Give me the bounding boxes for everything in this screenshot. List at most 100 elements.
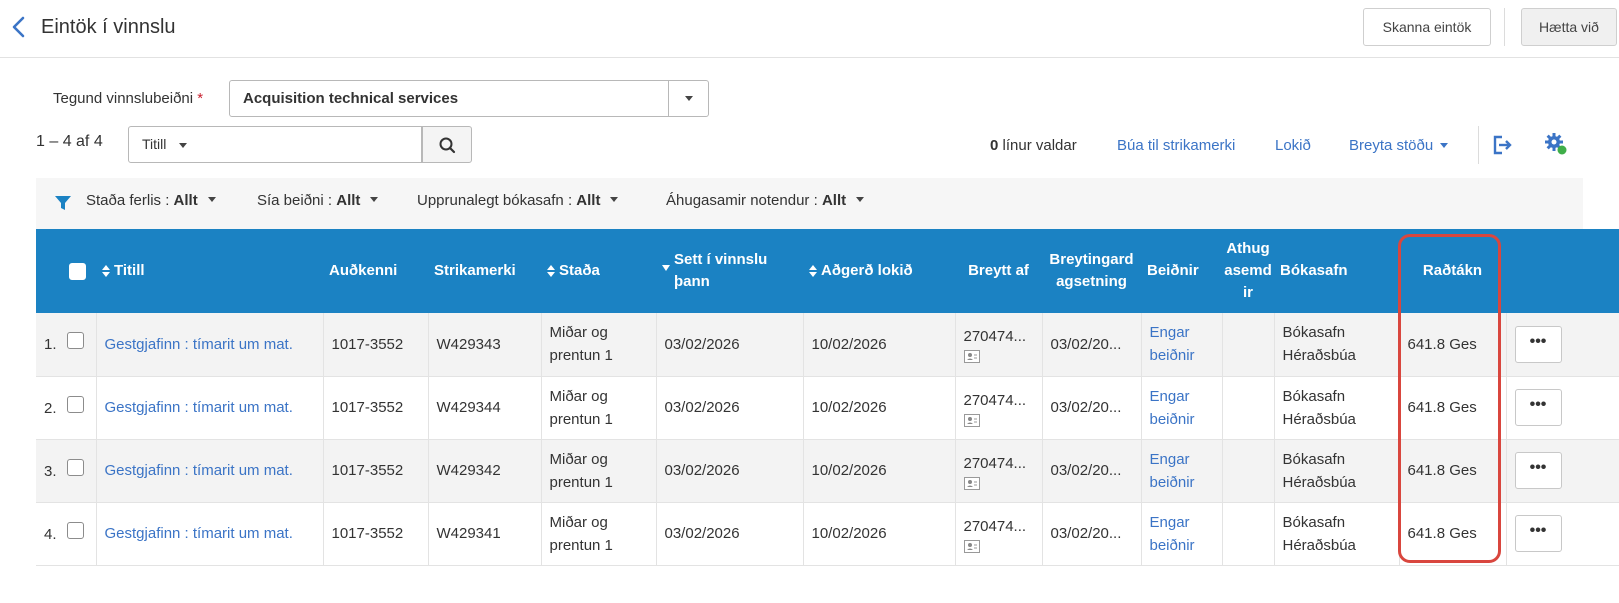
requests-link[interactable]: Engar beiðnir xyxy=(1150,388,1195,428)
modified-by-value: 270474... xyxy=(963,391,1027,409)
requests-cell: Engar beiðnir xyxy=(1140,439,1222,503)
search-input[interactable] xyxy=(196,126,422,163)
sort-icon xyxy=(102,265,110,278)
notes-cell xyxy=(1221,376,1274,440)
row-number: 4. xyxy=(44,525,57,543)
notes-cell xyxy=(1221,313,1274,377)
col-action-done[interactable]: Aðgerð lokið xyxy=(803,229,955,313)
id-cell: 1017-3552 xyxy=(322,376,428,440)
row-actions-cell: ••• xyxy=(1505,376,1619,440)
search-icon xyxy=(439,137,456,154)
search-button[interactable] xyxy=(422,126,472,163)
col-barcode: Strikamerki xyxy=(434,262,516,279)
status-cell: Miðar og prentun 1 xyxy=(540,439,656,503)
barcode-cell: W429343 xyxy=(427,313,541,377)
more-actions-button[interactable]: ••• xyxy=(1514,389,1562,426)
selected-count-number: 0 xyxy=(990,137,999,154)
done-link[interactable]: Lokið xyxy=(1275,137,1311,154)
barcode-cell: W429341 xyxy=(427,502,541,566)
chevron-down-icon xyxy=(179,143,187,148)
row-actions-cell: ••• xyxy=(1505,439,1619,503)
status-cell: Miðar og prentun 1 xyxy=(540,313,656,377)
modification-date-cell: 03/02/20... xyxy=(1041,439,1141,503)
filter-label: Sía beiðni : xyxy=(257,192,333,209)
col-modified-by: Breytt af xyxy=(968,262,1029,279)
user-card-icon[interactable] xyxy=(963,539,980,553)
sort-icon xyxy=(809,265,817,278)
processed-since-cell: 03/02/2026 xyxy=(655,439,803,503)
status-cell: Miðar og prentun 1 xyxy=(540,376,656,440)
col-title-label: Titill xyxy=(114,262,145,279)
title-link[interactable]: Gestgjafinn : tímarit um mat. xyxy=(105,525,293,542)
col-status[interactable]: Staða xyxy=(541,229,656,313)
row-checkbox[interactable] xyxy=(67,395,84,413)
filter-interested-users[interactable]: Áhugasamir notendur : Allt xyxy=(666,192,865,209)
modification-date-cell: 03/02/20... xyxy=(1041,376,1141,440)
user-card-icon[interactable] xyxy=(963,413,980,427)
requests-cell: Engar beiðnir xyxy=(1140,376,1222,440)
table-row: 3. Gestgjafinn : tímarit um mat. 1017-35… xyxy=(36,439,1619,503)
modified-by-cell: 270474... xyxy=(954,439,1042,503)
filter-label: Áhugasamir notendur : xyxy=(666,192,818,209)
filter-value: Allt xyxy=(576,192,601,209)
title-link[interactable]: Gestgjafinn : tímarit um mat. xyxy=(105,336,293,353)
title-cell: Gestgjafinn : tímarit um mat. xyxy=(95,376,323,440)
change-status-dropdown[interactable]: Breyta stöðu xyxy=(1349,137,1449,154)
requests-link[interactable]: Engar beiðnir xyxy=(1150,451,1195,491)
col-title[interactable]: Titill xyxy=(96,229,323,313)
col-requests: Beiðnir xyxy=(1147,262,1199,279)
title-link[interactable]: Gestgjafinn : tímarit um mat. xyxy=(105,399,293,416)
col-processed-since[interactable]: Sett í vinnslu þann xyxy=(656,229,803,313)
library-cell: Bókasafn Héraðsbúa xyxy=(1273,313,1399,377)
request-type-select[interactable]: Acquisition technical services xyxy=(229,80,709,117)
request-type-dropdown-button[interactable] xyxy=(668,81,708,116)
toolbar-divider xyxy=(1478,126,1479,164)
col-modification-date: Breytingardagsetning xyxy=(1049,251,1134,290)
col-library: Bókasafn xyxy=(1280,262,1348,279)
title-link[interactable]: Gestgjafinn : tímarit um mat. xyxy=(105,462,293,479)
more-actions-button[interactable]: ••• xyxy=(1514,452,1562,489)
create-barcodes-link[interactable]: Búa til strikamerki xyxy=(1117,137,1235,154)
filter-label: Staða ferlis : xyxy=(86,192,170,209)
filter-request[interactable]: Sía beiðni : Allt xyxy=(257,192,379,209)
title-cell: Gestgjafinn : tímarit um mat. xyxy=(95,502,323,566)
id-cell: 1017-3552 xyxy=(322,439,428,503)
modified-by-value: 270474... xyxy=(963,517,1027,535)
scan-items-button[interactable]: Skanna eintök xyxy=(1363,8,1491,46)
col-actions xyxy=(1506,229,1619,313)
filter-process-status[interactable]: Staða ferlis : Allt xyxy=(86,192,216,209)
filter-value: Allt xyxy=(821,192,847,209)
select-all-checkbox[interactable] xyxy=(69,262,86,280)
items-table: Titill Auðkenni Strikamerki Staða Sett í… xyxy=(36,229,1619,566)
search-scope-dropdown[interactable]: Titill xyxy=(128,126,197,163)
modified-by-value: 270474... xyxy=(963,454,1027,472)
row-checkbox[interactable] xyxy=(67,458,84,476)
requests-link[interactable]: Engar beiðnir xyxy=(1150,514,1195,554)
filter-original-library[interactable]: Upprunalegt bókasafn : Allt xyxy=(417,192,619,209)
more-actions-button[interactable]: ••• xyxy=(1514,515,1562,552)
col-processed-since-label: Sett í vinnslu þann xyxy=(674,251,768,290)
chevron-down-icon xyxy=(370,197,379,202)
gear-icon[interactable] xyxy=(1544,132,1568,156)
requests-link[interactable]: Engar beiðnir xyxy=(1150,324,1195,364)
chevron-left-icon[interactable] xyxy=(8,14,30,40)
filter-value: Allt xyxy=(336,192,361,209)
cancel-button[interactable]: Hætta við xyxy=(1521,8,1617,46)
filter-bar: Staða ferlis : Allt Sía beiðni : Allt Up… xyxy=(36,178,1583,229)
page-title: Eintök í vinnslu xyxy=(41,16,176,38)
select-all-cell xyxy=(36,229,96,313)
user-card-icon[interactable] xyxy=(963,350,980,364)
user-card-icon[interactable] xyxy=(963,476,980,490)
search-scope-label: Titill xyxy=(142,136,167,152)
id-cell: 1017-3552 xyxy=(322,502,428,566)
row-checkbox[interactable] xyxy=(67,332,84,349)
row-checkbox[interactable] xyxy=(67,521,84,539)
call-number-cell: 641.8 Ges xyxy=(1398,439,1506,503)
col-notes: Athugasemdir xyxy=(1224,240,1272,301)
notes-cell xyxy=(1221,502,1274,566)
export-icon[interactable] xyxy=(1491,134,1513,156)
call-number-cell: 641.8 Ges xyxy=(1398,376,1506,440)
row-actions-cell: ••• xyxy=(1505,502,1619,566)
row-actions-cell: ••• xyxy=(1505,313,1619,377)
more-actions-button[interactable]: ••• xyxy=(1514,325,1562,363)
